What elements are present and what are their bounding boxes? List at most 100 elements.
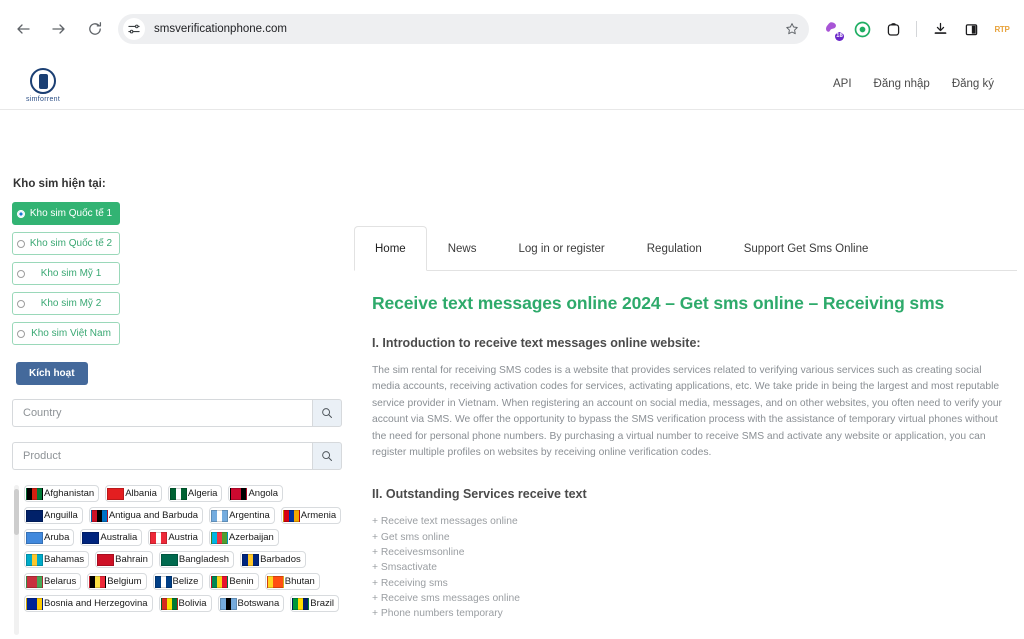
address-bar[interactable]: smsverificationphone.com <box>118 14 809 44</box>
sidebar-radio-quoc-te-1[interactable]: Kho sim Quốc tế 1 <box>12 202 120 225</box>
radio-indicator <box>17 209 25 218</box>
country-chip[interactable]: Botswana <box>217 595 285 612</box>
country-chip[interactable]: Austria <box>148 529 203 546</box>
radio-indicator <box>17 329 25 338</box>
green-extension-icon[interactable] <box>852 19 872 39</box>
extension-badge-count: 18 <box>835 32 844 41</box>
country-chip[interactable]: Aruba <box>24 529 75 546</box>
reload-icon[interactable] <box>84 18 106 40</box>
country-flag-icon <box>107 487 125 500</box>
activate-button[interactable]: Kích hoạt <box>16 362 88 385</box>
country-chip-label: Algeria <box>187 488 218 499</box>
site-header: simforrent API Đăng nhập Đăng ký <box>0 58 1024 110</box>
tab-login-register[interactable]: Log in or register <box>497 226 625 271</box>
country-chip[interactable]: Afghanistan <box>24 485 100 502</box>
browser-toolbar: smsverificationphone.com 18 RTP <box>0 0 1024 58</box>
rtp-extension-icon[interactable]: RTP <box>992 19 1012 39</box>
country-flag-icon <box>210 531 228 544</box>
country-chip[interactable]: Bahamas <box>24 551 90 568</box>
country-flag-icon <box>26 597 43 610</box>
country-chip[interactable]: Albania <box>105 485 162 502</box>
download-icon[interactable] <box>930 19 950 39</box>
country-chip[interactable]: Anguilla <box>24 507 83 524</box>
services-list: + Receive text messages online + Get sms … <box>372 514 1011 621</box>
country-flag-icon <box>97 553 115 566</box>
sidebar-radio-viet-nam[interactable]: Kho sim Việt Nam <box>12 322 120 345</box>
country-chip[interactable]: Belgium <box>87 573 147 590</box>
back-arrow-icon[interactable] <box>12 18 34 40</box>
sidebar-radio-my-1[interactable]: Kho sim Mỹ 1 <box>12 262 120 285</box>
site-settings-icon[interactable] <box>123 18 145 40</box>
country-chip-label: Bosnia and Herzegovina <box>44 598 148 609</box>
country-flag-icon <box>90 509 108 522</box>
country-chip[interactable]: Bhutan <box>264 573 320 590</box>
country-chip[interactable]: Angola <box>228 485 284 502</box>
country-chip[interactable]: Azerbaijan <box>208 529 279 546</box>
country-search-input[interactable] <box>12 399 312 427</box>
country-chip[interactable]: Algeria <box>167 485 223 502</box>
nav-link-login[interactable]: Đăng nhập <box>874 78 930 90</box>
country-chip[interactable]: Belarus <box>24 573 82 590</box>
url-text: smsverificationphone.com <box>154 23 287 35</box>
site-logo[interactable]: simforrent <box>26 68 60 103</box>
sidebar-radio-quoc-te-2[interactable]: Kho sim Quốc tế 2 <box>12 232 120 255</box>
service-list-item: + Receiving sms <box>372 577 448 589</box>
rtp-label: RTP <box>994 24 1010 34</box>
service-list-item: + Receivesmsonline <box>372 547 465 559</box>
country-chip[interactable]: Bahrain <box>95 551 153 568</box>
country-chip-label: Angola <box>248 488 279 499</box>
country-chip-label: Albania <box>125 488 157 499</box>
radio-label: Kho sim Quốc tế 1 <box>29 208 113 219</box>
country-chip[interactable]: Antigua and Barbuda <box>88 507 204 524</box>
country-chip-label: Afghanistan <box>44 488 95 499</box>
product-search-button[interactable] <box>312 442 342 470</box>
top-navigation: API Đăng nhập Đăng ký <box>833 78 994 90</box>
product-search-row <box>12 442 342 470</box>
country-chip[interactable]: Bangladesh <box>158 551 235 568</box>
tab-home[interactable]: Home <box>354 226 427 271</box>
country-chip-list: Afghanistan Albania Algeria Angola Anguilla A… <box>24 485 346 612</box>
tab-regulation[interactable]: Regulation <box>626 226 723 271</box>
nav-link-register[interactable]: Đăng ký <box>952 78 994 90</box>
country-chip[interactable]: Bolivia <box>158 595 212 612</box>
country-chip-label: Aruba <box>44 532 70 543</box>
country-flag-icon <box>26 553 43 566</box>
section-heading-introduction: I. Introduction to receive text messages… <box>372 336 701 350</box>
country-chip[interactable]: Australia <box>80 529 143 546</box>
country-chip-label: Argentina <box>229 510 270 521</box>
content-tabs: Home News Log in or register Regulation … <box>354 226 1017 271</box>
tab-news[interactable]: News <box>427 226 498 271</box>
country-chip[interactable]: Barbados <box>240 551 306 568</box>
country-search-button[interactable] <box>312 399 342 427</box>
purple-extension-icon[interactable]: 18 <box>821 19 844 41</box>
toolbar-divider <box>916 21 917 37</box>
country-chip[interactable]: Armenia <box>280 507 342 524</box>
nav-link-api[interactable]: API <box>833 78 852 90</box>
country-chip[interactable]: Benin <box>209 573 259 590</box>
tab-support[interactable]: Support Get Sms Online <box>723 226 890 271</box>
country-chip-label: Anguilla <box>44 510 78 521</box>
sidebar: Kho sim hiện tại: Kho sim Quốc tế 1 Kho … <box>0 168 346 639</box>
radio-label: Kho sim Quốc tế 2 <box>29 238 113 249</box>
country-flag-icon <box>242 553 260 566</box>
page-title: Receive text messages online 2024 – Get … <box>372 293 945 313</box>
radio-indicator <box>17 299 25 308</box>
country-chip[interactable]: Bosnia and Herzegovina <box>24 595 153 612</box>
country-chip[interactable]: Brazil <box>290 595 340 612</box>
star-icon[interactable] <box>781 18 803 40</box>
country-chip[interactable]: Argentina <box>209 507 275 524</box>
country-list-scrollbar[interactable] <box>14 485 19 635</box>
navigation-buttons <box>12 18 106 40</box>
country-chip-label: Bolivia <box>178 598 207 609</box>
forward-arrow-icon[interactable] <box>48 18 70 40</box>
split-view-icon[interactable] <box>961 19 981 39</box>
sidebar-radio-my-2[interactable]: Kho sim Mỹ 2 <box>12 292 120 315</box>
country-search-row <box>12 399 342 427</box>
extension-icons: 18 RTP <box>817 19 1012 41</box>
country-chip[interactable]: Belize <box>152 573 204 590</box>
country-chip-label: Azerbaijan <box>228 532 274 543</box>
service-list-item: + Phone numbers temporary <box>372 608 503 620</box>
product-search-input[interactable] <box>12 442 312 470</box>
country-chip-label: Belgium <box>107 576 142 587</box>
clipboard-extension-icon[interactable] <box>883 19 903 39</box>
